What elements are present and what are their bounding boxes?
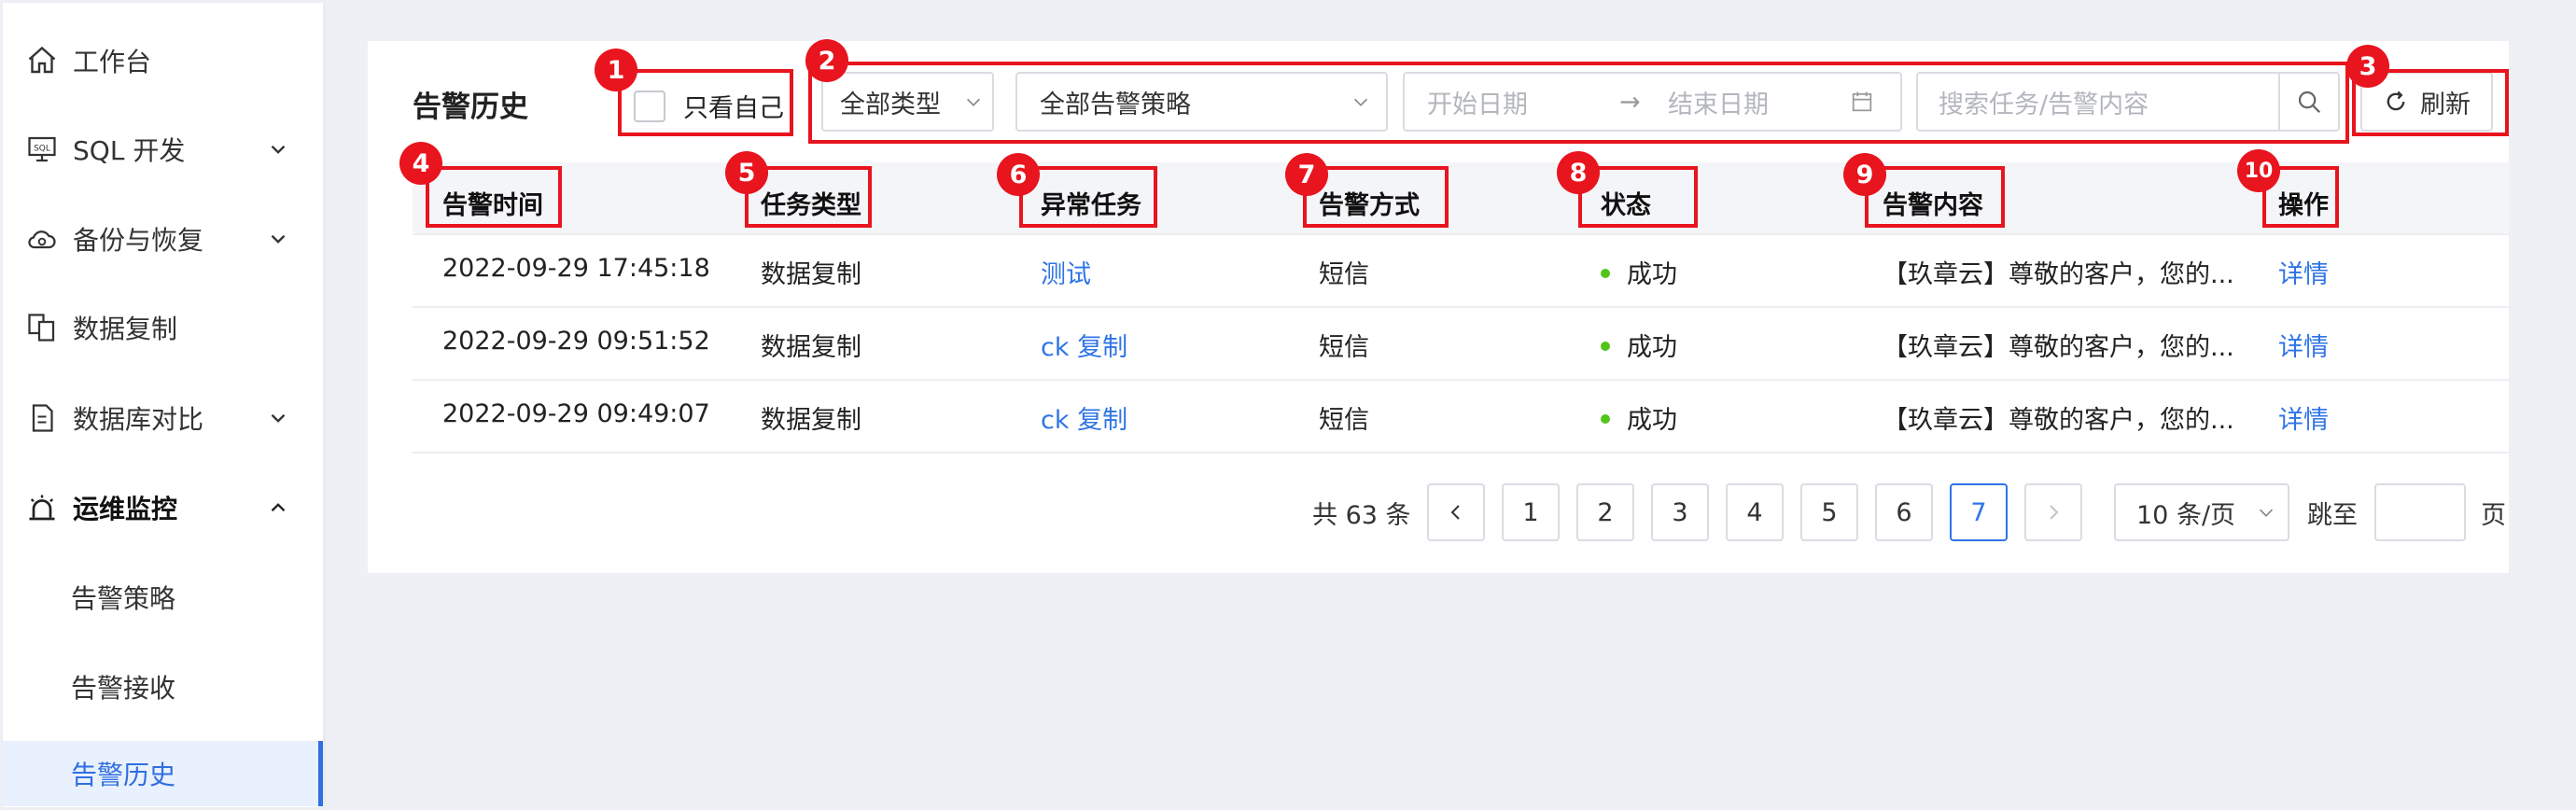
status-text: 成功 [1627,406,1677,435]
sidebar-item-label: SQL 开发 [73,135,186,166]
table-divider [413,452,2509,454]
detail-link[interactable]: 详情 [2278,399,2329,436]
status-success-dot [1601,268,1610,278]
sidebar: 工作台 SQL SQL 开发 备份与恢复 数据复制 数据库对比 运维监控 告警策… [3,3,323,807]
table-divider [413,306,2509,308]
cell-task-link[interactable]: ck 复制 [1041,327,1127,363]
pagination-page-5[interactable]: 5 [1800,483,1858,541]
pagination-page-2[interactable]: 2 [1576,483,1634,541]
sidebar-item-label: 运维监控 [73,494,178,524]
sidebar-item-sql-dev[interactable]: SQL SQL 开发 [3,117,323,182]
chevron-down-icon [271,234,286,244]
chevron-right-icon [2050,505,2059,520]
sidebar-item-ops-monitor[interactable]: 运维监控 [3,475,323,540]
sidebar-item-label: 备份与恢复 [73,225,204,256]
cell-content: 【玖章云】尊敬的客户，您的... [1883,333,2234,362]
cell-content: 【玖章云】尊敬的客户，您的... [1883,260,2234,289]
pagination-page-7-current[interactable]: 7 [1950,483,2008,541]
pagination-total: 共 63 条 [1312,501,1411,530]
page-size-select[interactable]: 10 条/页 [2114,483,2289,541]
annotation-box-col-time [426,166,562,228]
sidebar-item-db-compare[interactable]: 数据库对比 [3,385,323,451]
pagination-page-3[interactable]: 3 [1651,483,1709,541]
pagination-next-button[interactable] [2024,483,2082,541]
cell-time: 2022-09-29 17:45:18 [442,254,710,283]
status-success-dot [1601,413,1610,424]
detail-link[interactable]: 详情 [2278,254,2329,290]
annotation-badge-6: 6 [997,153,1040,196]
cell-task-link[interactable]: 测试 [1041,254,1091,290]
status-text: 成功 [1627,333,1677,362]
annotation-box-col-task [1019,166,1157,228]
annotation-badge-3: 3 [2346,45,2389,88]
chevron-left-icon [1450,505,1460,520]
annotation-badge-4: 4 [399,142,442,185]
cell-status: 成功 [1601,399,1677,436]
svg-text:SQL: SQL [34,145,50,154]
active-indicator [318,741,323,806]
sidebar-item-label: 数据复制 [73,314,178,344]
sidebar-subitem-label: 告警接收 [71,673,176,704]
cell-type: 数据复制 [761,260,861,289]
sidebar-subitem-alert-history[interactable]: 告警历史 [3,741,323,806]
sidebar-subitem-label: 告警策略 [71,583,176,614]
copy-icon [28,314,55,342]
annotation-badge-5: 5 [725,151,768,194]
chevron-down-icon [271,145,286,154]
page-title: 告警历史 [413,91,528,124]
sidebar-item-label: 数据库对比 [73,404,204,435]
pagination-page-1[interactable]: 1 [1502,483,1560,541]
compare-icon [32,404,53,432]
page-size-value: 10 条/页 [2136,500,2236,530]
cell-type: 数据复制 [761,406,861,435]
chevron-down-icon [271,413,286,423]
annotation-badge-1: 1 [595,49,637,91]
status-text: 成功 [1627,260,1677,289]
chevron-down-icon [2259,509,2274,517]
page-unit-label: 页 [2481,501,2506,530]
sidebar-subitem-alert-policy[interactable]: 告警策略 [3,565,323,630]
annotation-badge-7: 7 [1285,153,1328,196]
cell-time: 2022-09-29 09:49:07 [442,399,710,428]
annotation-box-filters [808,62,2349,144]
sidebar-item-data-replication[interactable]: 数据复制 [3,295,323,360]
annotation-badge-9: 9 [1843,153,1886,196]
alarm-icon [29,495,55,521]
chevron-up-icon [271,503,286,512]
sql-icon: SQL [28,136,56,162]
annotation-badge-10: 10 [2237,149,2280,192]
cell-type: 数据复制 [761,333,861,362]
cell-task-link[interactable]: ck 复制 [1041,399,1127,436]
cell-method: 短信 [1319,406,1369,435]
annotation-badge-8: 8 [1557,151,1600,194]
sidebar-item-label: 工作台 [73,47,152,77]
status-success-dot [1601,341,1610,351]
cell-method: 短信 [1319,333,1369,362]
cell-status: 成功 [1601,254,1677,290]
table-divider [413,233,2509,235]
sidebar-subitem-alert-receive[interactable]: 告警接收 [3,654,323,719]
table-divider [413,379,2509,381]
jump-page-input[interactable] [2374,483,2466,541]
pagination-page-6[interactable]: 6 [1875,483,1933,541]
cell-content: 【玖章云】尊敬的客户，您的... [1883,406,2234,435]
home-icon [28,46,56,74]
annotation-badge-2: 2 [805,39,848,82]
cell-time: 2022-09-29 09:51:52 [442,327,710,356]
sidebar-subitem-label: 告警历史 [71,760,176,790]
jump-label: 跳至 [2307,501,2358,530]
pagination-page-4[interactable]: 4 [1726,483,1784,541]
pagination-prev-button[interactable] [1427,483,1485,541]
cloud-backup-icon [28,230,56,249]
cell-status: 成功 [1601,327,1677,363]
sidebar-item-backup[interactable]: 备份与恢复 [3,206,323,272]
detail-link[interactable]: 详情 [2278,327,2329,363]
annotation-box-only-mine [618,69,793,136]
sidebar-item-workbench[interactable]: 工作台 [3,28,323,93]
cell-method: 短信 [1319,260,1369,289]
